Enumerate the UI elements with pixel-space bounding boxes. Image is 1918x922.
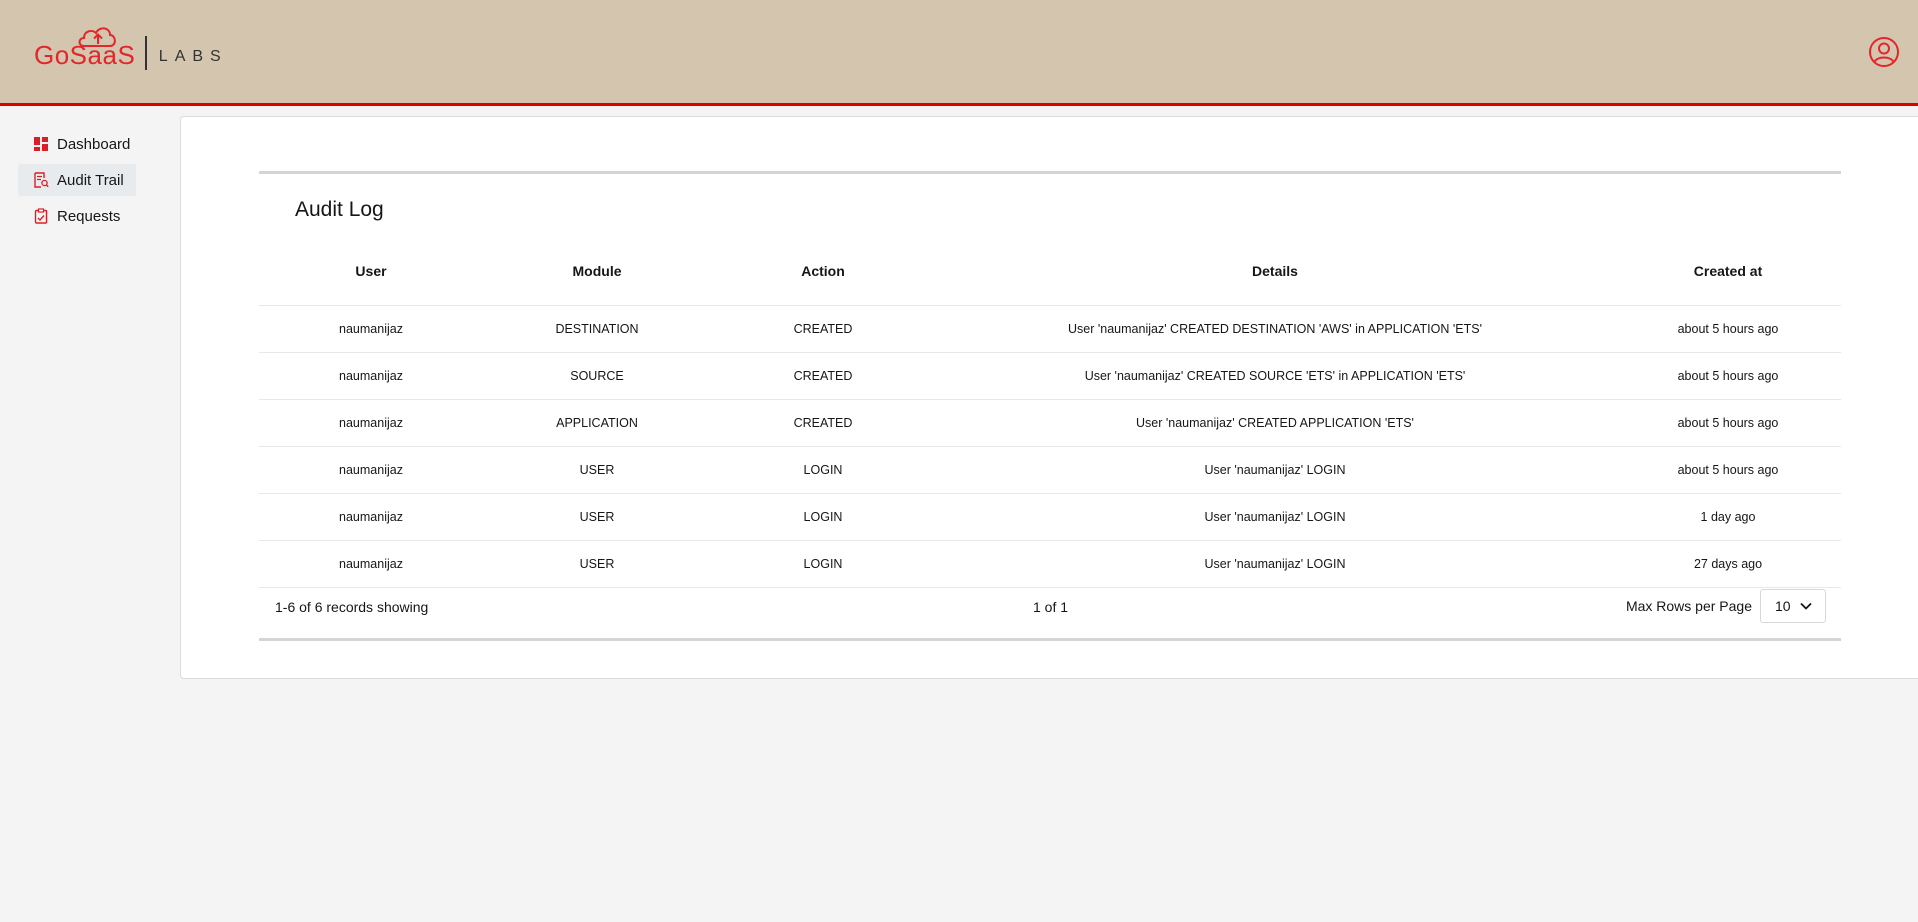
logo-divider	[145, 36, 147, 70]
cell-details: User 'naumanijaz' CREATED APPLICATION 'E…	[935, 399, 1615, 447]
sidebar-item-label: Audit Trail	[57, 171, 124, 189]
sidebar: Dashboard Audit Trail Requests	[0, 106, 180, 922]
cell-user: naumanijaz	[259, 352, 483, 400]
cell-module: USER	[483, 540, 711, 588]
cell-action: CREATED	[711, 399, 935, 447]
cell-module: DESTINATION	[483, 305, 711, 353]
column-header-module[interactable]: Module	[483, 237, 711, 306]
sidebar-item-dashboard[interactable]: Dashboard	[18, 128, 136, 160]
sidebar-item-label: Requests	[57, 207, 121, 225]
page-title: Audit Log	[295, 198, 384, 221]
cell-module: USER	[483, 493, 711, 541]
audit-log-panel: Audit Log User Module Action Details Cre…	[259, 171, 1841, 641]
table-row[interactable]: naumanijaz SOURCE CREATED User 'naumanij…	[259, 352, 1841, 400]
cell-user: naumanijaz	[259, 446, 483, 494]
column-header-created-at[interactable]: Created at	[1615, 237, 1841, 306]
table-row[interactable]: naumanijaz USER LOGIN User 'naumanijaz' …	[259, 446, 1841, 494]
cell-details: User 'naumanijaz' LOGIN	[935, 493, 1615, 541]
cell-action: CREATED	[711, 305, 935, 353]
cell-module: SOURCE	[483, 352, 711, 400]
table-row[interactable]: naumanijaz DESTINATION CREATED User 'nau…	[259, 305, 1841, 353]
page-indicator: 1 of 1	[1033, 599, 1069, 615]
sidebar-item-label: Dashboard	[57, 135, 131, 153]
max-rows-select[interactable]: 10	[1760, 589, 1826, 623]
cell-action: LOGIN	[711, 446, 935, 494]
cell-created-at: about 5 hours ago	[1615, 305, 1841, 353]
max-rows-label: Max Rows per Page	[1625, 598, 1752, 614]
audit-trail-icon	[33, 172, 49, 188]
panel-bottom-divider	[259, 638, 1841, 641]
cloud-upload-icon	[78, 27, 116, 47]
cell-action: LOGIN	[711, 493, 935, 541]
cell-created-at: about 5 hours ago	[1615, 352, 1841, 400]
cell-created-at: 1 day ago	[1615, 493, 1841, 541]
cell-user: naumanijaz	[259, 305, 483, 353]
cell-created-at: about 5 hours ago	[1615, 446, 1841, 494]
logo-labs: LABS	[158, 48, 228, 65]
cell-details: User 'naumanijaz' LOGIN	[935, 540, 1615, 588]
cell-details: User 'naumanijaz' CREATED SOURCE 'ETS' i…	[935, 352, 1615, 400]
gosaas-labs-logo[interactable]: GoSaaS LABS	[34, 27, 228, 74]
cell-module: APPLICATION	[483, 399, 711, 447]
max-rows-value: 10	[1775, 598, 1791, 614]
cell-user: naumanijaz	[259, 399, 483, 447]
records-count: 1-6 of 6 records showing	[275, 599, 429, 615]
cell-action: CREATED	[711, 352, 935, 400]
sidebar-item-requests[interactable]: Requests	[18, 200, 136, 232]
column-header-details[interactable]: Details	[935, 237, 1615, 306]
dashboard-icon	[33, 136, 49, 152]
cell-user: naumanijaz	[259, 493, 483, 541]
sidebar-item-audit-trail[interactable]: Audit Trail	[18, 164, 136, 196]
chevron-down-icon	[1799, 599, 1813, 613]
cell-details: User 'naumanijaz' LOGIN	[935, 446, 1615, 494]
table-header-row: User Module Action Details Created at	[259, 237, 1841, 306]
cell-created-at: 27 days ago	[1615, 540, 1841, 588]
table-row[interactable]: naumanijaz USER LOGIN User 'naumanijaz' …	[259, 540, 1841, 588]
panel-top-divider	[259, 171, 1841, 174]
cell-module: USER	[483, 446, 711, 494]
table-row[interactable]: naumanijaz USER LOGIN User 'naumanijaz' …	[259, 493, 1841, 541]
max-rows-control: Max Rows per Page 10	[1626, 589, 1826, 623]
requests-icon	[33, 208, 49, 224]
cell-created-at: about 5 hours ago	[1615, 399, 1841, 447]
column-header-user[interactable]: User	[259, 237, 483, 306]
user-circle-icon[interactable]	[1868, 36, 1900, 68]
column-header-action[interactable]: Action	[711, 237, 935, 306]
cell-details: User 'naumanijaz' CREATED DESTINATION 'A…	[935, 305, 1615, 353]
top-header: GoSaaS LABS	[0, 0, 1918, 106]
cell-user: naumanijaz	[259, 540, 483, 588]
cell-action: LOGIN	[711, 540, 935, 588]
table-row[interactable]: naumanijaz APPLICATION CREATED User 'nau…	[259, 399, 1841, 447]
audit-log-table: User Module Action Details Created at na…	[259, 237, 1841, 588]
